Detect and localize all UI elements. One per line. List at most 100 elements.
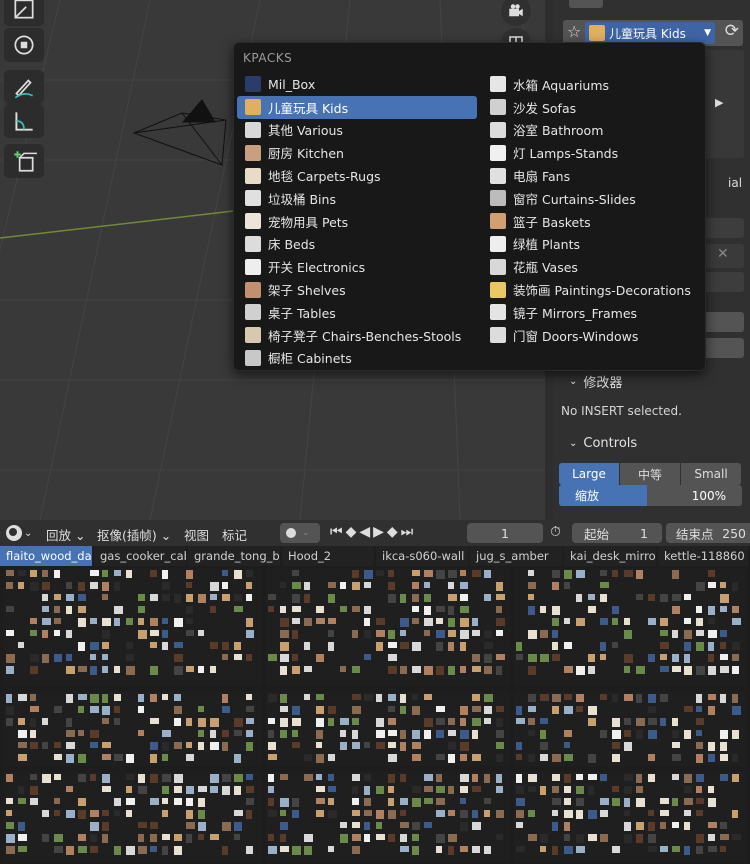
asset-thumbnail[interactable] bbox=[648, 846, 657, 852]
asset-thumbnail[interactable] bbox=[352, 718, 359, 725]
asset-thumbnail[interactable] bbox=[436, 630, 445, 638]
asset-thumbnail[interactable] bbox=[612, 618, 618, 625]
asset-thumbnail[interactable] bbox=[30, 742, 38, 749]
asset-thumbnail[interactable] bbox=[246, 654, 252, 661]
asset-thumbnail[interactable] bbox=[54, 630, 60, 636]
asset-thumbnail[interactable] bbox=[102, 810, 109, 816]
asset-thumbnail[interactable] bbox=[672, 754, 681, 761]
asset-thumbnail[interactable] bbox=[234, 774, 243, 782]
asset-thumbnail[interactable] bbox=[114, 666, 120, 673]
asset-thumbnail[interactable] bbox=[552, 570, 560, 578]
asset-thumbnail[interactable] bbox=[66, 654, 72, 661]
asset-thumbnail[interactable] bbox=[126, 666, 135, 675]
asset-thumbnail[interactable] bbox=[54, 654, 62, 662]
asset-thumbnail[interactable] bbox=[376, 694, 382, 702]
asset-thumbnail[interactable] bbox=[162, 786, 169, 794]
asset-thumbnail[interactable] bbox=[624, 630, 632, 639]
asset-thumbnail[interactable] bbox=[198, 666, 204, 673]
asset-thumbnail[interactable] bbox=[720, 774, 728, 781]
asset-thumbnail[interactable] bbox=[280, 846, 289, 852]
asset-thumbnail[interactable] bbox=[564, 810, 573, 818]
asset-thumbnail[interactable] bbox=[696, 810, 703, 816]
asset-thumbnail[interactable] bbox=[30, 654, 39, 662]
asset-thumbnail[interactable] bbox=[388, 834, 395, 842]
asset-thumbnail[interactable] bbox=[186, 822, 195, 829]
asset-thumbnail[interactable] bbox=[138, 774, 145, 783]
asset-thumbnail[interactable] bbox=[376, 718, 384, 727]
asset-thumbnail[interactable] bbox=[424, 786, 433, 792]
asset-thumbnail[interactable] bbox=[78, 642, 85, 651]
asset-thumbnail[interactable] bbox=[388, 786, 394, 793]
asset-thumbnail[interactable] bbox=[316, 786, 325, 792]
asset-thumbnail[interactable] bbox=[186, 666, 194, 672]
asset-thumbnail[interactable] bbox=[576, 846, 585, 853]
asset-thumbnail[interactable] bbox=[424, 774, 433, 781]
asset-thumbnail[interactable] bbox=[696, 618, 703, 626]
asset-thumbnail[interactable] bbox=[18, 730, 27, 738]
asset-thumbnail[interactable] bbox=[126, 654, 134, 661]
asset-thumbnail[interactable] bbox=[720, 594, 729, 603]
asset-thumbnail[interactable] bbox=[352, 582, 360, 590]
asset-thumbnail[interactable] bbox=[484, 594, 491, 601]
asset-thumbnail[interactable] bbox=[448, 606, 454, 615]
asset-thumbnail[interactable] bbox=[126, 754, 134, 763]
asset-thumbnail[interactable] bbox=[246, 618, 253, 627]
asset-thumbnail[interactable] bbox=[268, 810, 277, 817]
asset-thumbnail[interactable] bbox=[540, 630, 548, 638]
asset-thumbnail[interactable] bbox=[588, 654, 595, 662]
asset-thumbnail[interactable] bbox=[484, 846, 491, 854]
asset-thumbnail[interactable] bbox=[268, 594, 276, 600]
asset-thumbnail[interactable] bbox=[720, 642, 726, 649]
asset-thumbnail[interactable] bbox=[66, 718, 72, 727]
asset-thumbnail[interactable] bbox=[18, 834, 27, 841]
asset-thumbnail[interactable] bbox=[90, 730, 99, 738]
size-large-button[interactable]: Large bbox=[559, 463, 619, 485]
asset-thumbnail[interactable] bbox=[54, 706, 62, 713]
asset-thumbnail[interactable] bbox=[292, 630, 298, 639]
asset-thumbnail[interactable] bbox=[328, 846, 334, 852]
asset-thumbnail[interactable] bbox=[612, 570, 618, 577]
asset-thumbnail[interactable] bbox=[460, 630, 469, 639]
asset-thumbnail[interactable] bbox=[436, 606, 445, 612]
asset-thumbnail[interactable] bbox=[90, 618, 97, 624]
asset-thumbnail[interactable] bbox=[280, 730, 287, 738]
asset-thumbnail[interactable] bbox=[376, 810, 384, 819]
asset-thumbnail[interactable] bbox=[234, 606, 243, 612]
asset-thumbnail[interactable] bbox=[636, 786, 643, 793]
asset-thumbnail[interactable] bbox=[540, 786, 546, 795]
asset-thumbnail[interactable] bbox=[292, 618, 300, 624]
asset-thumbnail[interactable] bbox=[66, 582, 72, 589]
asset-thumbnail[interactable] bbox=[376, 570, 384, 576]
asset-thumbnail[interactable] bbox=[292, 706, 300, 715]
asset-thumbnail[interactable] bbox=[564, 798, 571, 805]
asset-thumbnail[interactable] bbox=[18, 822, 25, 831]
asset-thumbnail[interactable] bbox=[198, 706, 204, 712]
asset-thumbnail[interactable] bbox=[246, 582, 252, 589]
asset-thumbnail[interactable] bbox=[564, 822, 570, 831]
asset-thumbnail[interactable] bbox=[660, 846, 668, 852]
asset-thumbnail[interactable] bbox=[400, 730, 406, 739]
asset-thumbnail[interactable] bbox=[412, 594, 419, 602]
asset-thumbnail[interactable] bbox=[150, 642, 157, 648]
asset-thumbnail[interactable] bbox=[186, 594, 193, 602]
asset-thumbnail[interactable] bbox=[624, 834, 632, 843]
asset-thumbnail[interactable] bbox=[672, 774, 679, 780]
asset-thumbnail[interactable] bbox=[588, 718, 596, 726]
asset-thumbnail[interactable] bbox=[364, 742, 370, 748]
asset-thumbnail[interactable] bbox=[42, 582, 50, 590]
asset-thumbnail[interactable] bbox=[138, 834, 144, 842]
asset-thumbnail[interactable] bbox=[624, 666, 630, 673]
asset-thumbnail[interactable] bbox=[364, 834, 370, 842]
stopwatch-icon[interactable]: ⏱ bbox=[550, 524, 561, 540]
asset-thumbnail[interactable] bbox=[540, 694, 549, 701]
asset-thumbnail[interactable] bbox=[528, 654, 537, 662]
asset-thumbnail[interactable] bbox=[576, 786, 584, 794]
asset-thumbnail[interactable] bbox=[6, 822, 14, 829]
asset-thumbnail[interactable] bbox=[66, 694, 73, 703]
asset-thumbnail[interactable] bbox=[174, 742, 182, 749]
asset-thumbnail-group[interactable] bbox=[514, 772, 746, 862]
asset-thumbnail[interactable] bbox=[472, 666, 481, 672]
asset-thumbnail[interactable] bbox=[624, 822, 631, 831]
menu-item[interactable]: 篮子 Baskets bbox=[482, 210, 702, 233]
asset-thumbnail[interactable] bbox=[516, 822, 523, 828]
